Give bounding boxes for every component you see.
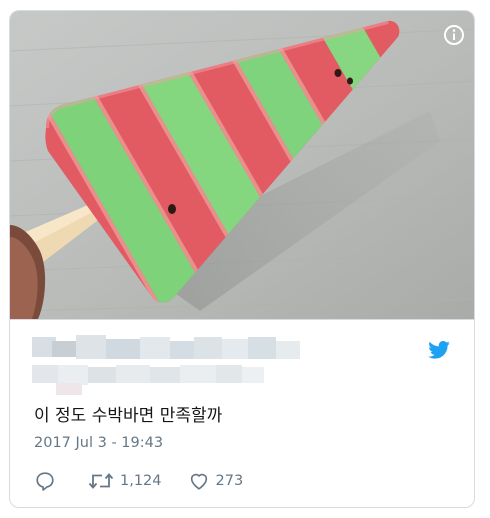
retweet-button[interactable]: 1,124 xyxy=(88,470,162,492)
watermelon-popsicle-image xyxy=(10,11,474,319)
twitter-bird-icon[interactable] xyxy=(428,341,450,359)
retweet-icon xyxy=(88,473,114,489)
reply-button[interactable] xyxy=(34,470,62,492)
heart-icon xyxy=(190,473,207,490)
tweet-text: 이 정도 수박바면 만족할까 xyxy=(34,406,223,426)
tweet-photo[interactable] xyxy=(10,11,474,319)
like-count: 273 xyxy=(215,473,244,489)
blurred-author-name xyxy=(32,335,300,395)
reply-icon xyxy=(36,472,54,491)
like-button[interactable]: 273 xyxy=(188,470,244,492)
info-icon[interactable] xyxy=(442,23,466,47)
tweet-actions: 1,124 273 xyxy=(34,469,269,493)
tweet-card[interactable]: 이 정도 수박바면 만족할까 2017 Jul 3 - 19:43 1,124 … xyxy=(9,10,475,508)
retweet-count: 1,124 xyxy=(120,473,162,489)
media-divider xyxy=(10,319,474,320)
tweet-timestamp[interactable]: 2017 Jul 3 - 19:43 xyxy=(34,435,163,451)
